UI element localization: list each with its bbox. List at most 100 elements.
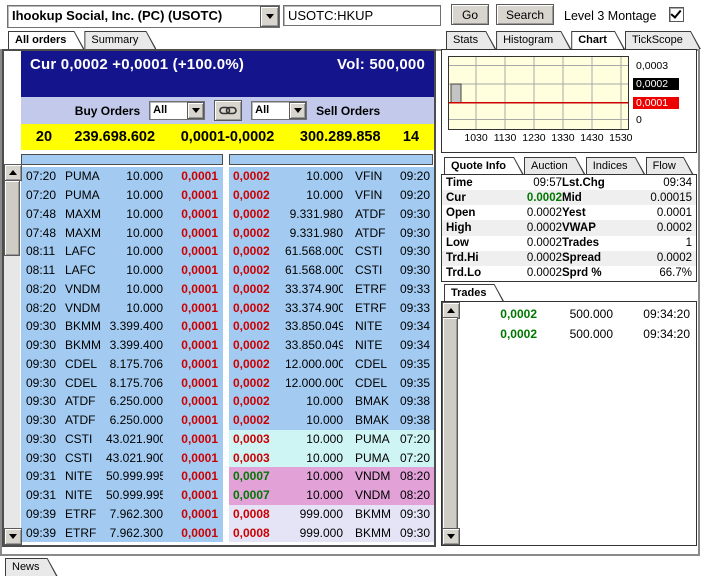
bid-row[interactable]: 07:20 PUMA 10.000 0,0001: [21, 167, 223, 186]
ask-price: 0,0008: [233, 507, 285, 521]
bid-price: 0,0001: [163, 338, 223, 352]
ask-row[interactable]: 0,0002 12.000.000 CDEL 09:35: [229, 373, 434, 392]
quote-row: High 0.0002 VWAP 0.0002: [442, 220, 696, 235]
bid-row[interactable]: 07:48 MAXM 10.000 0,0001: [21, 223, 223, 242]
ask-row[interactable]: 0,0002 33.374.900 ETRF 09:33: [229, 280, 434, 299]
bid-row[interactable]: 09:30 CDEL 8.175.706 0,0001: [21, 355, 223, 374]
tab-trades[interactable]: Trades: [444, 284, 504, 302]
ask-mm: VFIN: [355, 188, 393, 202]
ask-time: 09:33: [393, 301, 430, 315]
bid-row[interactable]: 09:31 NITE 50.999.995 0,0001: [21, 486, 223, 505]
ask-row[interactable]: 0,0002 61.568.000 CSTI 09:30: [229, 242, 434, 261]
scrollbar-thumb[interactable]: [442, 317, 458, 530]
bid-row[interactable]: 09:30 CDEL 8.175.706 0,0001: [21, 373, 223, 392]
bid-row[interactable]: 08:20 VNDM 10.000 0,0001: [21, 298, 223, 317]
bid-mm: BKMM: [65, 319, 106, 333]
symbol-input[interactable]: [283, 5, 441, 26]
bid-row[interactable]: 09:39 ETRF 7.962.300 0,0001: [21, 523, 223, 542]
chevron-down-icon[interactable]: [260, 6, 279, 27]
bid-row[interactable]: 09:39 ETRF 7.962.300 0,0001: [21, 505, 223, 524]
ask-row[interactable]: 0,0002 9.331.980 ATDF 09:30: [229, 223, 434, 242]
bid-row[interactable]: 08:11 LAFC 10.000 0,0001: [21, 242, 223, 261]
bid-mm: NITE: [65, 488, 106, 502]
bid-row[interactable]: 08:11 LAFC 10.000 0,0001: [21, 261, 223, 280]
bid-row[interactable]: 09:30 BKMM 3.399.400 0,0001: [21, 317, 223, 336]
ask-rows: 0,0002 10.000 VFIN 09:20 0,0002 10.000 V…: [229, 167, 434, 545]
quote-row: Low 0.0002 Trades 1: [442, 236, 696, 251]
bid-row[interactable]: 09:31 NITE 50.999.995 0,0001: [21, 467, 223, 486]
bid-time: 09:30: [26, 376, 65, 390]
bid-row[interactable]: 09:30 ATDF 6.250.000 0,0001: [21, 392, 223, 411]
bid-row[interactable]: 07:20 PUMA 10.000 0,0001: [21, 186, 223, 205]
tab-stats[interactable]: Stats: [446, 31, 496, 49]
bid-mm: CSTI: [65, 451, 106, 465]
intraday-chart: 103011301230133014301530 0,00030,00020,0…: [441, 49, 697, 153]
tab-auction[interactable]: Auction: [524, 157, 586, 175]
quote-row: Open 0.0002 Yest 0.0001: [442, 205, 696, 220]
bid-row[interactable]: 08:20 VNDM 10.000 0,0001: [21, 280, 223, 299]
ask-row[interactable]: 0,0008 999.000 BKMM 09:30: [229, 523, 434, 542]
quote-label: Trd.Hi: [446, 252, 496, 264]
bid-row[interactable]: 09:30 CSTI 43.021.900 0,0001: [21, 430, 223, 449]
ask-row[interactable]: 0,0002 10.000 BMAK 09:38: [229, 411, 434, 430]
scrollbar-thumb[interactable]: [4, 180, 20, 256]
search-button[interactable]: Search: [496, 4, 554, 25]
bid-price: 0,0001: [163, 507, 223, 521]
ask-price: 0,0002: [233, 207, 285, 221]
bid-row[interactable]: 09:30 ATDF 6.250.000 0,0001: [21, 411, 223, 430]
ask-row[interactable]: 0,0002 12.000.000 CDEL 09:35: [229, 355, 434, 374]
tab-indices[interactable]: Indices: [586, 157, 646, 175]
scroll-down-icon[interactable]: [442, 528, 460, 545]
tab-flow[interactable]: Flow: [646, 157, 694, 175]
tab-all-orders[interactable]: All orders: [8, 31, 84, 49]
quote-value: 0.0002: [496, 237, 562, 249]
scroll-down-icon[interactable]: [4, 528, 22, 545]
ask-price: 0,0008: [233, 526, 285, 540]
ask-size: 12.000.000: [285, 357, 343, 371]
ask-row[interactable]: 0,0007 10.000 VNDM 08:20: [229, 486, 434, 505]
ask-size: 61.568.000: [285, 263, 343, 277]
trade-time: 09:34:20: [613, 307, 690, 321]
link-filters-button[interactable]: [214, 100, 242, 121]
tab-quote-info[interactable]: Quote Info: [444, 157, 524, 175]
ask-row[interactable]: 0,0002 33.850.049 NITE 09:34: [229, 317, 434, 336]
ask-row[interactable]: 0,0003 10.000 PUMA 07:20: [229, 448, 434, 467]
ask-row[interactable]: 0,0002 33.374.900 ETRF 09:33: [229, 298, 434, 317]
ask-row[interactable]: 0,0007 10.000 VNDM 08:20: [229, 467, 434, 486]
level3-montage-checkbox[interactable]: [669, 7, 684, 22]
tab-histogram[interactable]: Histogram: [496, 31, 571, 49]
trades-scrollbar[interactable]: [442, 302, 458, 545]
scroll-up-icon[interactable]: [4, 164, 22, 181]
ask-row[interactable]: 0,0003 10.000 PUMA 07:20: [229, 430, 434, 449]
ask-size: 10.000: [285, 188, 343, 202]
ask-price: 0,0002: [233, 226, 285, 240]
tab-tickscope[interactable]: TickScope: [625, 31, 701, 49]
bid-row[interactable]: 07:48 MAXM 10.000 0,0001: [21, 205, 223, 224]
ask-row[interactable]: 0,0002 10.000 VFIN 09:20: [229, 186, 434, 205]
sell-filter-select[interactable]: All: [251, 101, 307, 120]
buy-filter-select[interactable]: All: [149, 101, 205, 120]
tab-news[interactable]: News: [5, 558, 58, 576]
chevron-down-icon[interactable]: [289, 102, 306, 119]
news-tabbar: News: [5, 558, 58, 576]
bid-row[interactable]: 09:30 BKMM 3.399.400 0,0001: [21, 336, 223, 355]
ask-time: 07:20: [393, 451, 430, 465]
bid-row[interactable]: 09:30 CSTI 43.021.900 0,0001: [21, 448, 223, 467]
ask-row[interactable]: 0,0008 999.000 BKMM 09:30: [229, 505, 434, 524]
ask-row[interactable]: 0,0002 10.000 VFIN 09:20: [229, 167, 434, 186]
go-button[interactable]: Go: [451, 4, 489, 25]
tab-chart[interactable]: Chart: [571, 31, 625, 49]
ask-row[interactable]: 0,0002 33.850.049 NITE 09:34: [229, 336, 434, 355]
ask-row[interactable]: 0,0002 61.568.000 CSTI 09:30: [229, 261, 434, 280]
chevron-down-icon[interactable]: [187, 102, 204, 119]
book-scrollbar[interactable]: [4, 164, 20, 545]
ask-order-count: 14: [388, 129, 434, 145]
ask-row[interactable]: 0,0002 9.331.980 ATDF 09:30: [229, 205, 434, 224]
trade-time: 09:34:20: [613, 327, 690, 341]
tab-summary[interactable]: Summary: [84, 31, 156, 49]
quote-label: Mid: [562, 192, 626, 204]
symbol-select[interactable]: Ihookup Social, Inc. (PC) (USOTC): [7, 5, 280, 28]
montage-panel: Cur 0,0002 +0,0001 (+100.0%) Vol: 500,00…: [2, 49, 436, 547]
quote-label: Trades: [562, 237, 626, 249]
ask-row[interactable]: 0,0002 10.000 BMAK 09:38: [229, 392, 434, 411]
